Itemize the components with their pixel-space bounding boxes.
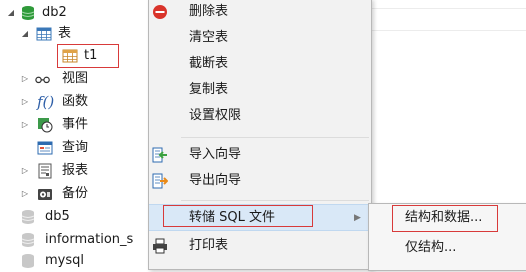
menu-separator [181,200,369,201]
printer-icon [153,238,167,254]
tree-item-label: 报表 [62,163,89,178]
tree-item-label: information_s [45,232,134,247]
tree-item-label: 事件 [62,117,89,132]
database-icon [21,6,35,20]
tree-item-backups[interactable]: ▷ 备份 [0,183,150,205]
tree-item-events[interactable]: ▷ 事件 [0,114,150,136]
tree-item-reports[interactable]: ▷ 报表 [0,160,150,182]
tree-item-queries[interactable]: 查询 [0,137,150,159]
annotation-box [57,44,119,68]
tree-item-label: 查询 [62,140,89,155]
import-icon [152,147,167,163]
report-icon [38,163,52,179]
expand-arrow-icon[interactable]: ▷ [20,68,30,90]
tree-item-label: 函数 [62,94,89,109]
submenu-arrow-icon: ▶ [354,213,361,223]
expand-arrow-icon[interactable]: ▷ [20,160,30,182]
menu-item-label: 删除表 [189,4,229,19]
expand-arrow-icon[interactable]: ▷ [20,114,30,136]
tree-item-label: 备份 [62,186,89,201]
context-menu: 删除表 清空表 截断表 复制表 设置权限 导入向导 导出向导 转储 SQL 文件… [148,0,372,270]
menu-item-label: 截断表 [189,56,229,71]
menu-item-empty-table[interactable]: 清空表 [149,25,371,51]
menu-item-delete-table[interactable]: 删除表 [149,0,371,25]
database-icon [21,233,35,247]
event-clock-icon [38,118,53,133]
menu-item-label: 导入向导 [189,147,242,162]
grid-line [371,8,526,9]
grid-line [371,30,526,31]
menu-item-truncate-table[interactable]: 截断表 [149,51,371,77]
expand-arrow-icon[interactable]: ▷ [20,183,30,205]
tree-item-label: mysql [45,253,84,268]
collapse-arrow-icon[interactable]: ◢ [6,2,16,24]
delete-icon [153,5,167,19]
backup-icon [38,189,52,200]
tree-item-db2[interactable]: ◢ db2 [0,2,150,24]
tree-item-tables[interactable]: ◢ 表 [0,23,150,45]
collapse-arrow-icon[interactable]: ◢ [20,23,30,45]
tree-item-db5[interactable]: db5 [0,206,150,228]
menu-item-set-permissions[interactable]: 设置权限 [149,103,371,129]
tree-item-label: 表 [58,26,72,41]
menu-item-label: 清空表 [189,30,229,45]
menu-item-structure-only[interactable]: 仅结构... [369,234,526,262]
content-pane [371,0,526,203]
tree-item-label: db2 [42,5,67,20]
menu-item-label: 仅结构... [405,240,457,255]
tree-item-information-schema[interactable]: information_s [0,229,150,251]
menu-item-import-wizard[interactable]: 导入向导 [149,142,371,168]
menu-item-duplicate-table[interactable]: 复制表 [149,77,371,103]
menu-item-label: 复制表 [189,82,229,97]
view-glasses-icon [35,76,50,84]
menu-item-label: 打印表 [189,238,229,253]
database-icon [22,254,34,268]
menu-item-export-wizard[interactable]: 导出向导 [149,168,371,194]
database-icon [21,210,35,224]
tree-item-mysql[interactable]: mysql [0,250,150,272]
tree-item-views[interactable]: ▷ 视图 [0,68,150,90]
annotation-box [163,205,313,227]
annotation-box [392,205,498,232]
navigation-tree: ◢ db2 ◢ 表 t1 ▷ 视图 ▷ f() 函数 ▷ 事件 查询 ▷ 报表 … [0,0,150,268]
tree-item-label: 视图 [62,71,89,86]
export-icon [152,173,168,189]
tree-item-functions[interactable]: ▷ f() 函数 [0,91,150,113]
menu-item-label: 设置权限 [189,108,242,123]
table-icon [36,27,52,41]
tree-item-label: db5 [45,209,70,224]
expand-arrow-icon[interactable]: ▷ [20,91,30,113]
menu-item-label: 导出向导 [189,173,242,188]
menu-item-print-table[interactable]: 打印表 [149,233,371,259]
function-icon: f() [37,93,55,111]
query-icon [37,141,53,155]
menu-separator [181,137,369,138]
